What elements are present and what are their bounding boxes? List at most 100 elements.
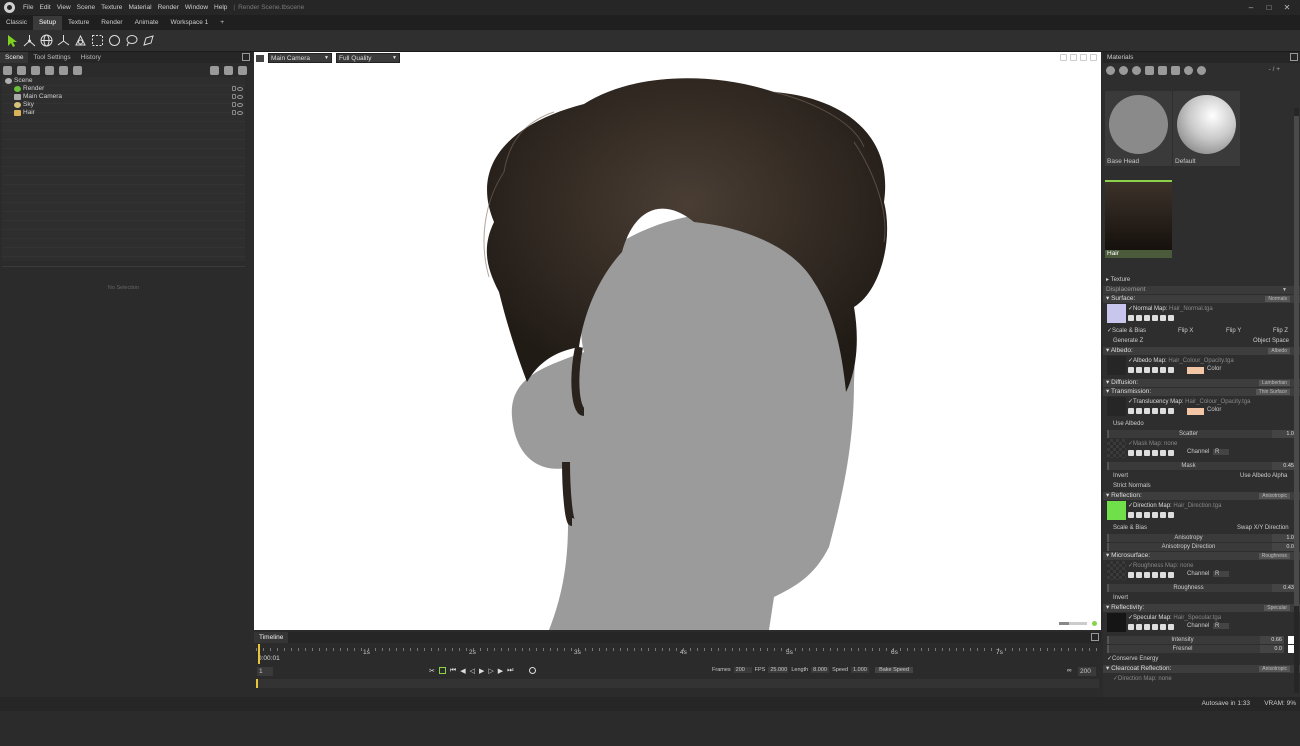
forward-icon[interactable]: ▶: [498, 667, 503, 675]
refresh-icon[interactable]: [1160, 512, 1166, 518]
map-file[interactable]: none: [1180, 563, 1193, 569]
mask-map-thumb[interactable]: [1107, 439, 1126, 458]
refresh-icon[interactable]: [1160, 572, 1166, 578]
albedo-mode-select[interactable]: Albedo: [1268, 348, 1290, 354]
frame-end-field[interactable]: 200: [1078, 667, 1096, 676]
tab-classic[interactable]: Classic: [0, 16, 33, 30]
select-arrow-icon[interactable]: [4, 32, 21, 49]
minimize-icon[interactable]: –: [1242, 0, 1260, 15]
tab-scene[interactable]: Scene: [0, 52, 29, 63]
skip-start-icon[interactable]: ⏮: [450, 667, 456, 675]
diffusion-mode-select[interactable]: Lambertian: [1258, 380, 1290, 386]
gear-icon[interactable]: [1128, 624, 1134, 630]
tree-item-main-camera[interactable]: Main Camera: [2, 93, 245, 101]
scatter-slider[interactable]: Scatter 1.0: [1107, 430, 1296, 438]
link-icon[interactable]: ∞: [1067, 667, 1072, 674]
bucket-icon[interactable]: [1144, 315, 1150, 321]
undock-icon[interactable]: [1290, 53, 1298, 61]
lasso-icon[interactable]: [123, 32, 140, 49]
step-forward-icon[interactable]: ▷: [488, 667, 493, 675]
tab-history[interactable]: History: [76, 52, 106, 63]
picker-icon[interactable]: [1171, 65, 1180, 75]
loop-icon[interactable]: [438, 667, 446, 674]
invert-checkbox[interactable]: Invert: [1113, 473, 1128, 479]
fps-field[interactable]: 25.000: [768, 667, 789, 673]
viewport[interactable]: Main Camera ▼ Full Quality ▼: [254, 52, 1101, 630]
menu-file[interactable]: File: [20, 4, 36, 11]
scissors-icon[interactable]: ✂: [429, 667, 435, 675]
camera-select[interactable]: Main Camera ▼: [268, 53, 332, 63]
normal-map-thumb[interactable]: [1107, 304, 1126, 323]
menu-texture[interactable]: Texture: [98, 4, 125, 11]
generate-z-checkbox[interactable]: Generate Z: [1113, 338, 1143, 344]
keyframe-track[interactable]: [256, 679, 1099, 688]
color-icon[interactable]: [1184, 65, 1193, 75]
direction-map-thumb[interactable]: [1107, 501, 1126, 520]
bucket-icon[interactable]: [1144, 408, 1150, 414]
quality-select[interactable]: Full Quality ▼: [336, 53, 400, 63]
duplicate-icon[interactable]: [1119, 65, 1128, 75]
search-icon[interactable]: [1136, 450, 1142, 456]
anisotropy-slider[interactable]: Anisotropy 1.0: [1107, 534, 1296, 542]
transmission-section[interactable]: ▾ Transmission: Thin Surface: [1103, 388, 1300, 396]
gear-icon[interactable]: [1128, 408, 1134, 414]
bucket-icon[interactable]: [1144, 624, 1150, 630]
lock-icon[interactable]: [232, 86, 236, 91]
bucket-icon[interactable]: [1144, 367, 1150, 373]
gear-icon[interactable]: [1128, 367, 1134, 373]
material-thumb-default[interactable]: Default: [1173, 91, 1240, 166]
reflection-mode-select[interactable]: Anisotropic: [1259, 493, 1290, 499]
gear-icon[interactable]: [1128, 450, 1134, 456]
channel-select[interactable]: R: [1213, 449, 1229, 455]
slider-value[interactable]: 0.66: [1260, 636, 1284, 644]
tab-setup[interactable]: Setup: [32, 16, 62, 30]
gear-icon[interactable]: [1128, 572, 1134, 578]
refresh-icon[interactable]: [1160, 450, 1166, 456]
roughness-slider[interactable]: Roughness 0.43: [1107, 584, 1296, 592]
add-shape-icon[interactable]: [59, 65, 68, 75]
trash-icon[interactable]: [238, 65, 247, 75]
search-icon[interactable]: [1136, 512, 1142, 518]
expand-icon[interactable]: [1090, 54, 1097, 61]
edit-icon[interactable]: [1152, 367, 1158, 373]
albedo-color-swatch[interactable]: [1187, 367, 1204, 374]
tab-render[interactable]: Render: [95, 16, 128, 30]
eye-icon[interactable]: [237, 103, 243, 107]
edit-icon[interactable]: [1152, 408, 1158, 414]
roughness-map-thumb[interactable]: [1107, 561, 1126, 580]
close-icon[interactable]: [1168, 408, 1174, 414]
anisotropy-direction-slider[interactable]: Anisotropy Direction 0.0: [1107, 543, 1296, 551]
edit-icon[interactable]: [1152, 512, 1158, 518]
search-icon[interactable]: [1136, 315, 1142, 321]
tree-item-hair[interactable]: Hair: [2, 109, 245, 117]
add-group-icon[interactable]: [45, 65, 54, 75]
intensity-slider[interactable]: Intensity 0.66: [1107, 636, 1298, 644]
albedo-map-thumb[interactable]: [1107, 356, 1126, 375]
surface-section[interactable]: ▾ Surface: Normals: [1103, 295, 1300, 303]
map-file[interactable]: Hair_Direction.tga: [1173, 503, 1221, 509]
texture-section[interactable]: ▸ Texture: [1103, 275, 1300, 285]
tab-workspace-1[interactable]: Workspace 1: [164, 16, 214, 30]
tab-texture[interactable]: Texture: [62, 16, 95, 30]
clearcoat-section[interactable]: ▾ Clearcoat Reflection: Anisotropic: [1103, 665, 1300, 673]
close-icon[interactable]: [1168, 624, 1174, 630]
menu-view[interactable]: View: [54, 4, 74, 11]
refresh-icon[interactable]: [1160, 408, 1166, 414]
reflectivity-section[interactable]: ▾ Reflectivity: Specular: [1103, 604, 1300, 612]
tree-item-render[interactable]: Render: [2, 85, 245, 93]
material-thumb-hair[interactable]: Hair: [1105, 180, 1172, 258]
map-file[interactable]: Hair_Colour_Opacity.tga: [1185, 399, 1250, 405]
eye-icon[interactable]: [237, 95, 243, 99]
bake-speed-button[interactable]: Bake Speed: [875, 667, 914, 673]
lock-icon[interactable]: [232, 102, 236, 107]
bucket-icon[interactable]: [1144, 450, 1150, 456]
playhead[interactable]: [258, 644, 260, 664]
tab-animate[interactable]: Animate: [129, 16, 165, 30]
eye-icon[interactable]: [237, 87, 243, 91]
timeline-ruler[interactable]: 0:00:01 1s 2s 3s 4s 5s 6s 7s: [256, 644, 1099, 664]
flip-x-checkbox[interactable]: Flip X: [1178, 326, 1193, 336]
menu-render[interactable]: Render: [155, 4, 182, 11]
fullscreen-icon[interactable]: [1080, 54, 1087, 61]
use-albedo-checkbox[interactable]: Use Albedo: [1103, 419, 1300, 429]
slider-value[interactable]: 0.0: [1272, 543, 1296, 551]
